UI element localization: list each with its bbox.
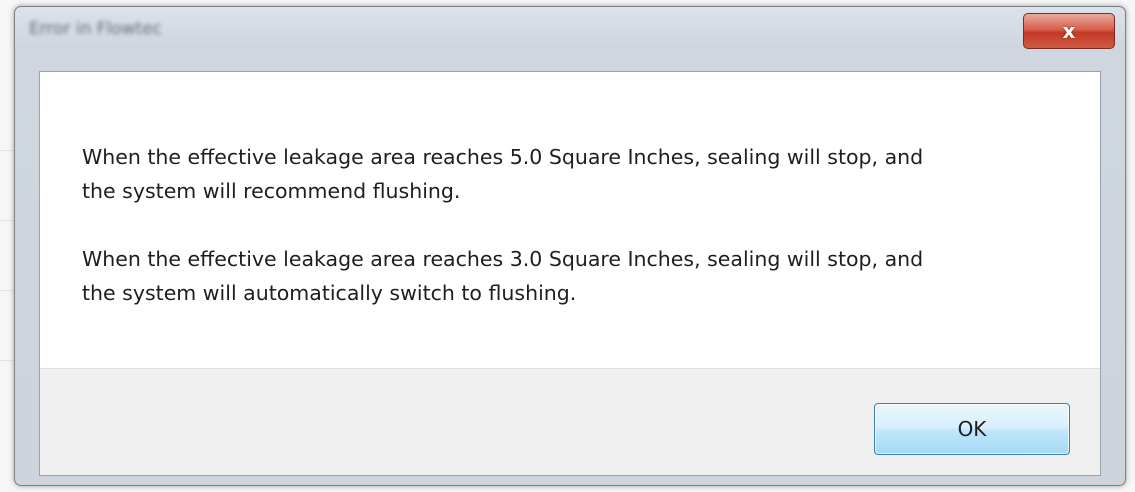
message-area: When the effective leakage area reaches … [40, 72, 1100, 368]
dialog-body: When the effective leakage area reaches … [39, 71, 1101, 476]
ok-button[interactable]: OK [874, 403, 1070, 455]
message-dialog: Error in Flowtec x When the effective le… [14, 6, 1126, 486]
message-text-recommend-flushing: When the effective leakage area reaches … [82, 145, 924, 203]
close-button[interactable]: x [1023, 13, 1115, 49]
close-icon: x [1062, 19, 1076, 43]
message-text-auto-flushing: When the effective leakage area reaches … [82, 247, 924, 305]
dialog-title: Error in Flowtec [29, 19, 163, 39]
dialog-button-bar: OK [40, 368, 1100, 475]
dialog-titlebar[interactable]: Error in Flowtec x [15, 7, 1125, 71]
